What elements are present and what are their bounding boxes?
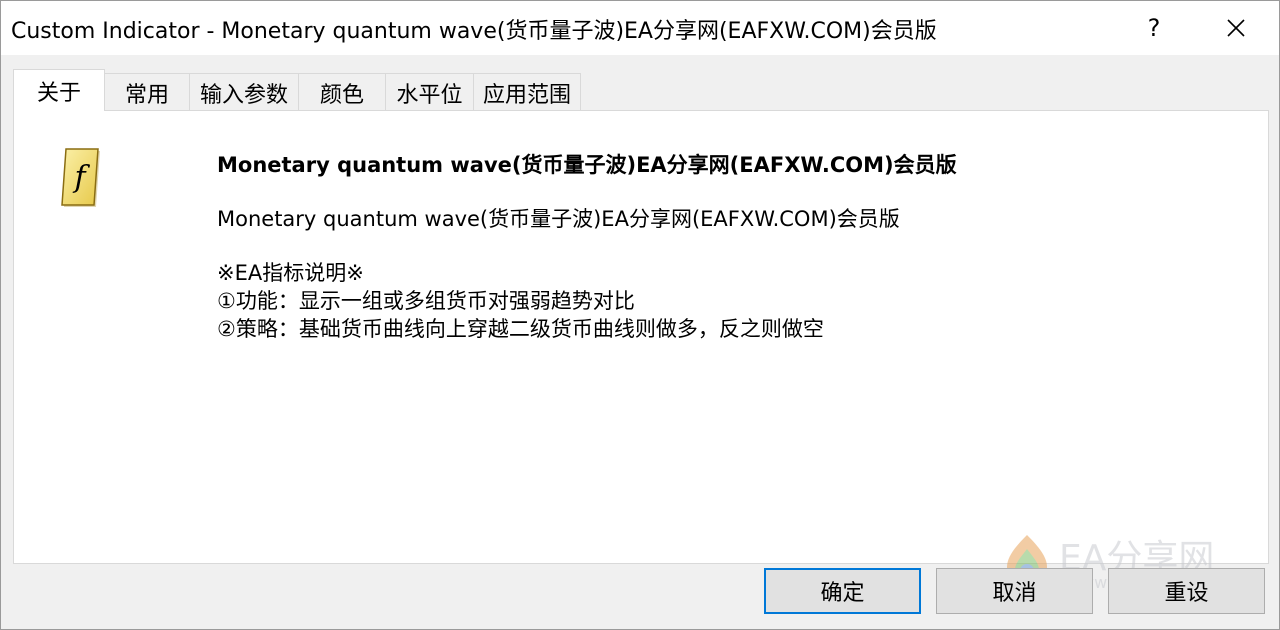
tab-about[interactable]: 关于 — [13, 69, 105, 111]
tab-visualization[interactable]: 应用范围 — [473, 73, 581, 111]
description-line: ②策略：基础货币曲线向上穿越二级货币曲线则做多，反之则做空 — [217, 317, 824, 341]
cancel-button[interactable]: 取消 — [936, 568, 1093, 614]
tab-inputs[interactable]: 输入参数 — [189, 73, 299, 111]
tab-common[interactable]: 常用 — [104, 73, 190, 111]
title-bar: Custom Indicator - Monetary quantum wave… — [1, 1, 1279, 55]
description-line: ①功能：显示一组或多组货币对强弱趋势对比 — [217, 289, 635, 313]
indicator-dialog: Custom Indicator - Monetary quantum wave… — [0, 0, 1280, 630]
close-button[interactable] — [1201, 1, 1271, 55]
tab-colors[interactable]: 颜色 — [298, 73, 386, 111]
indicator-heading: Monetary quantum wave(货币量子波)EA分享网(EAFXW.… — [217, 153, 957, 177]
close-icon — [1227, 19, 1245, 37]
window-title: Custom Indicator - Monetary quantum wave… — [11, 19, 937, 44]
reset-button[interactable]: 重设 — [1108, 568, 1265, 614]
function-script-icon: f — [61, 148, 100, 207]
about-panel: f Monetary quantum wave(货币量子波)EA分享网(EAFX… — [13, 110, 1269, 564]
description-line: ※EA指标说明※ — [217, 261, 364, 285]
indicator-subtitle: Monetary quantum wave(货币量子波)EA分享网(EAFXW.… — [217, 207, 900, 231]
tab-levels[interactable]: 水平位 — [385, 73, 474, 111]
ok-button[interactable]: 确定 — [764, 568, 921, 614]
help-button[interactable]: ? — [1119, 1, 1189, 55]
